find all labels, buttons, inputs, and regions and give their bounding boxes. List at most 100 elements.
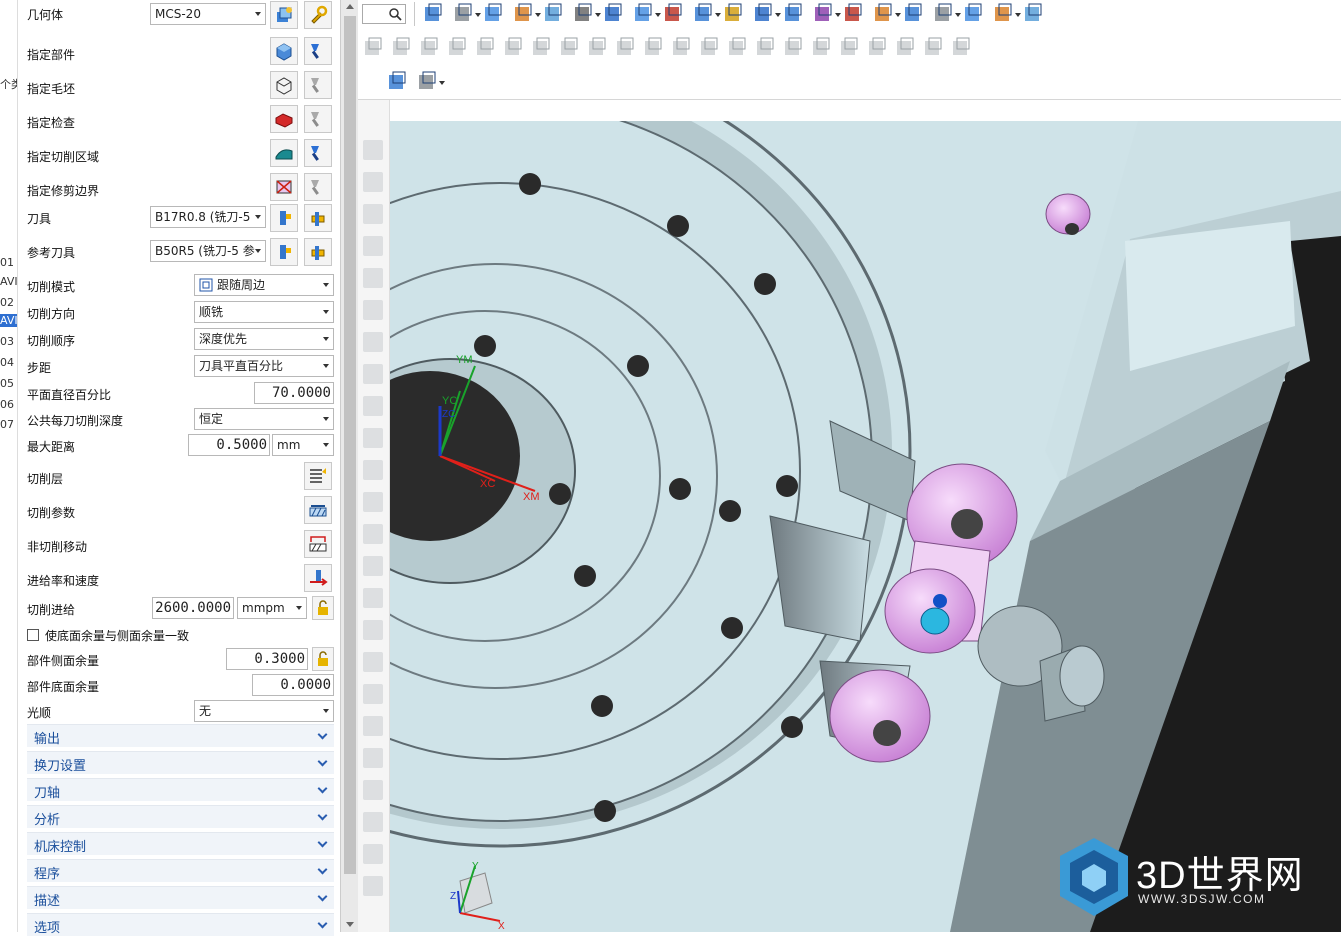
vertical-tool-icon[interactable] <box>363 780 383 800</box>
display-trim-boundary-button[interactable] <box>304 173 332 201</box>
toolbar-tool-icon[interactable] <box>698 37 720 59</box>
toolbar-tool-icon[interactable] <box>782 3 804 25</box>
tree-node-fragment[interactable]: 04 <box>0 356 14 369</box>
scroll-thumb[interactable] <box>344 16 356 874</box>
toolbar-tool-icon[interactable] <box>962 3 984 25</box>
vertical-tool-icon[interactable] <box>363 684 383 704</box>
toolbar-tool-icon[interactable] <box>416 71 438 93</box>
side-stock-lock-button[interactable] <box>312 647 334 671</box>
toolbar-tool-icon[interactable] <box>950 37 972 59</box>
section-header[interactable]: 选项 <box>27 913 334 936</box>
edit-geometry-button[interactable] <box>304 1 332 29</box>
chevron-down-icon[interactable] <box>835 13 841 17</box>
ref-tool-select[interactable]: B50R5 (铣刀-5 参 <box>150 240 266 262</box>
toolbar-tool-icon[interactable] <box>474 37 496 59</box>
cut-direction-select[interactable]: 顺铣 <box>194 301 334 323</box>
vertical-tool-icon[interactable] <box>363 716 383 736</box>
toolbar-tool-icon[interactable] <box>452 3 474 25</box>
vertical-tool-icon[interactable] <box>363 812 383 832</box>
chevron-down-icon[interactable] <box>955 13 961 17</box>
tree-node-fragment[interactable]: AVI <box>0 275 17 288</box>
display-blank-button[interactable] <box>304 71 332 99</box>
graphics-viewport[interactable]: YM YC XC XM ZC Y Z X <box>390 121 1341 932</box>
cut-pattern-select[interactable]: 跟随周边 <box>194 274 334 296</box>
toolbar-tool-icon[interactable] <box>446 37 468 59</box>
section-header[interactable]: 描述 <box>27 886 334 909</box>
toolbar-tool-icon[interactable] <box>812 3 834 25</box>
vertical-tool-icon[interactable] <box>363 396 383 416</box>
cut-params-button[interactable] <box>304 496 332 524</box>
max-distance-unit-select[interactable]: mm <box>272 434 334 456</box>
flat-pct-input[interactable]: 70.0000 <box>254 382 334 404</box>
section-header[interactable]: 输出 <box>27 724 334 747</box>
tree-node-fragment[interactable]: 03 <box>0 335 14 348</box>
chevron-down-icon[interactable] <box>595 13 601 17</box>
chevron-down-icon[interactable] <box>655 13 661 17</box>
edit-tool-button[interactable] <box>304 204 332 232</box>
vertical-tool-icon[interactable] <box>363 620 383 640</box>
vertical-tool-icon[interactable] <box>363 172 383 192</box>
new-ref-tool-button[interactable] <box>270 238 298 266</box>
toolbar-tool-icon[interactable] <box>602 3 624 25</box>
toolbar-tool-icon[interactable] <box>992 3 1014 25</box>
toolbar-tool-icon[interactable] <box>838 37 860 59</box>
toolbar-tool-icon[interactable] <box>418 37 440 59</box>
toolbar-tool-icon[interactable] <box>866 37 888 59</box>
floor-stock-input[interactable]: 0.0000 <box>252 674 334 696</box>
non-cutting-button[interactable] <box>304 530 332 558</box>
vertical-tool-icon[interactable] <box>363 236 383 256</box>
edit-ref-tool-button[interactable] <box>304 238 332 266</box>
toolbar-tool-icon[interactable] <box>614 37 636 59</box>
section-header[interactable]: 换刀设置 <box>27 751 334 774</box>
chevron-down-icon[interactable] <box>535 13 541 17</box>
section-header[interactable]: 程序 <box>27 859 334 882</box>
tree-node-fragment[interactable]: 05 <box>0 377 14 390</box>
feeds-speeds-button[interactable] <box>304 564 332 592</box>
new-geometry-button[interactable] <box>270 1 298 29</box>
chevron-down-icon[interactable] <box>895 13 901 17</box>
vertical-tool-icon[interactable] <box>363 140 383 160</box>
toolbar-tool-icon[interactable] <box>894 37 916 59</box>
vertical-tool-icon[interactable] <box>363 876 383 896</box>
tree-node-fragment[interactable]: 个类 <box>0 76 17 92</box>
scroll-up-icon[interactable] <box>346 4 354 9</box>
chevron-down-icon[interactable] <box>775 13 781 17</box>
tree-node-fragment[interactable]: 06 <box>0 398 14 411</box>
vertical-tool-icon[interactable] <box>363 300 383 320</box>
cut-order-select[interactable]: 深度优先 <box>194 328 334 350</box>
vertical-tool-icon[interactable] <box>363 556 383 576</box>
vertical-tool-icon[interactable] <box>363 268 383 288</box>
cut-feed-unit-select[interactable]: mmpm <box>237 597 307 619</box>
vertical-tool-icon[interactable] <box>363 460 383 480</box>
toolbar-tool-icon[interactable] <box>842 3 864 25</box>
depth-per-cut-select[interactable]: 恒定 <box>194 408 334 430</box>
vertical-tool-icon[interactable] <box>363 492 383 512</box>
toolbar-tool-icon[interactable] <box>362 37 384 59</box>
vertical-tool-icon[interactable] <box>363 428 383 448</box>
toolbar-tool-icon[interactable] <box>572 3 594 25</box>
scroll-down-icon[interactable] <box>346 922 354 927</box>
smoothing-select[interactable]: 无 <box>194 700 334 722</box>
tool-select[interactable]: B17R0.8 (铣刀-5 <box>150 206 266 228</box>
new-tool-button[interactable] <box>270 204 298 232</box>
chevron-down-icon[interactable] <box>439 81 445 85</box>
toolbar-tool-icon[interactable] <box>542 3 564 25</box>
toolbar-tool-icon[interactable] <box>502 37 524 59</box>
toolbar-tool-icon[interactable] <box>558 37 580 59</box>
toolbar-tool-icon[interactable] <box>752 3 774 25</box>
select-blank-button[interactable] <box>270 71 298 99</box>
side-stock-input[interactable]: 0.3000 <box>226 648 308 670</box>
toolbar-tool-icon[interactable] <box>512 3 534 25</box>
cut-feed-lock-button[interactable] <box>312 596 334 620</box>
toolbar-tool-icon[interactable] <box>1022 3 1044 25</box>
select-trim-boundary-button[interactable] <box>270 173 298 201</box>
tree-node-fragment[interactable]: 01 <box>0 256 14 269</box>
toolbar-tool-icon[interactable] <box>670 37 692 59</box>
cut-feed-input[interactable]: 2600.0000 <box>152 597 234 619</box>
toolbar-tool-icon[interactable] <box>422 3 444 25</box>
chevron-down-icon[interactable] <box>715 13 721 17</box>
toolbar-tool-icon[interactable] <box>692 3 714 25</box>
toolbar-tool-icon[interactable] <box>726 37 748 59</box>
same-stock-checkbox[interactable] <box>27 629 39 641</box>
toolbar-tool-icon[interactable] <box>390 37 412 59</box>
